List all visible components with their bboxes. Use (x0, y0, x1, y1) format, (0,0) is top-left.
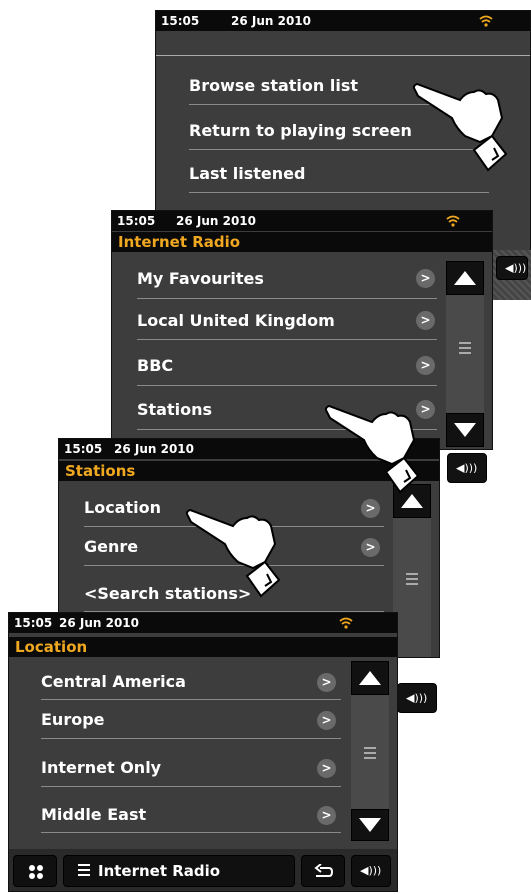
menu-lines-icon (364, 744, 376, 762)
status-bar: 15:05 26 Jun 2010 (156, 11, 530, 31)
screen-location: 15:05 26 Jun 2010 Location Central Ameri… (8, 612, 398, 892)
volume-icon: ◀))) (406, 691, 428, 705)
scrollbar[interactable] (446, 261, 484, 447)
side-panel: ◀))) (493, 250, 531, 300)
scroll-down-button[interactable] (446, 413, 484, 447)
scrollbar[interactable] (393, 484, 431, 657)
bottom-bar: Internet Radio ◀))) (9, 849, 397, 891)
status-date: 26 Jun 2010 (176, 214, 257, 228)
back-arrow-icon (314, 864, 334, 877)
wifi-icon (479, 15, 493, 27)
divider (137, 385, 437, 386)
volume-button[interactable]: ◀))) (447, 453, 487, 483)
menu-item-middle-east[interactable]: Middle East (41, 805, 146, 824)
divider (189, 192, 489, 193)
menu-button-label: Internet Radio (98, 862, 221, 880)
menu-button[interactable]: Internet Radio (63, 855, 295, 887)
wifi-icon (339, 617, 353, 629)
menu-item-central-america[interactable]: Central America (41, 672, 186, 691)
menu-item-return-to-playing[interactable]: Return to playing screen (189, 121, 412, 140)
home-grid-icon (29, 865, 43, 879)
menu-item-stations[interactable]: Stations (137, 400, 212, 419)
scroll-up-button[interactable] (446, 261, 484, 295)
menu-item-last-listened[interactable]: Last listened (189, 164, 305, 183)
chevron-right-icon[interactable]: > (317, 759, 336, 778)
volume-button[interactable]: ◀))) (351, 855, 391, 887)
menu-item-location[interactable]: Location (84, 498, 161, 517)
chevron-right-icon[interactable]: > (416, 311, 435, 330)
menu-item-browse-station-list[interactable]: Browse station list (189, 76, 358, 95)
divider (137, 339, 437, 340)
screen-internet-radio: 15:05 26 Jun 2010 Internet Radio My Favo… (111, 210, 493, 450)
status-date: 26 Jun 2010 (114, 442, 195, 456)
chevron-right-icon[interactable]: > (317, 806, 336, 825)
scrollbar[interactable] (351, 661, 389, 841)
volume-icon: ◀))) (360, 864, 382, 877)
pointing-hand-icon (412, 82, 508, 172)
back-button[interactable] (301, 855, 345, 887)
chevron-right-icon[interactable]: > (317, 711, 336, 730)
volume-button[interactable]: ◀))) (496, 256, 528, 280)
menu-item-my-favourites[interactable]: My Favourites (137, 269, 264, 288)
status-time: 15:05 (117, 214, 156, 228)
page-title: Location (9, 637, 397, 657)
pointing-hand-icon (324, 404, 420, 494)
arrow-up-icon (359, 671, 381, 685)
menu-item-genre[interactable]: Genre (84, 537, 138, 556)
scroll-down-button[interactable] (351, 809, 389, 841)
volume-icon: ◀))) (505, 261, 527, 275)
menu-item-bbc[interactable]: BBC (137, 356, 173, 375)
arrow-down-icon (454, 423, 476, 437)
status-time: 15:05 (64, 442, 103, 456)
pointing-hand-icon (185, 508, 281, 598)
status-time: 15:05 (14, 616, 53, 630)
wifi-icon (446, 215, 460, 227)
menu-item-internet-only[interactable]: Internet Only (41, 758, 161, 777)
menu-item-local-united-kingdom[interactable]: Local United Kingdom (137, 311, 335, 330)
arrow-down-icon (359, 818, 381, 832)
arrow-up-icon (401, 494, 423, 508)
volume-icon: ◀))) (456, 461, 478, 475)
volume-button[interactable]: ◀))) (397, 683, 437, 713)
status-date: 26 Jun 2010 (59, 616, 140, 630)
divider (137, 298, 437, 299)
menu-item-europe[interactable]: Europe (41, 710, 105, 729)
divider (156, 55, 530, 56)
chevron-right-icon[interactable]: > (416, 356, 435, 375)
divider (41, 699, 341, 700)
status-bar: 15:05 26 Jun 2010 (112, 211, 492, 231)
divider (41, 786, 341, 787)
page-title: Internet Radio (112, 232, 492, 252)
menu-lines-icon (406, 570, 418, 588)
chevron-right-icon[interactable]: > (416, 269, 435, 288)
home-button[interactable] (13, 855, 57, 887)
status-date: 26 Jun 2010 (231, 14, 312, 28)
status-time: 15:05 (161, 14, 200, 28)
status-bar: 15:05 26 Jun 2010 (9, 613, 397, 633)
scroll-up-button[interactable] (351, 661, 389, 695)
arrow-up-icon (454, 271, 476, 285)
divider (41, 738, 341, 739)
divider (41, 832, 341, 833)
chevron-right-icon[interactable]: > (361, 499, 380, 518)
menu-lines-icon (78, 861, 90, 879)
menu-lines-icon (459, 339, 471, 357)
chevron-right-icon[interactable]: > (317, 673, 336, 692)
chevron-right-icon[interactable]: > (361, 538, 380, 557)
